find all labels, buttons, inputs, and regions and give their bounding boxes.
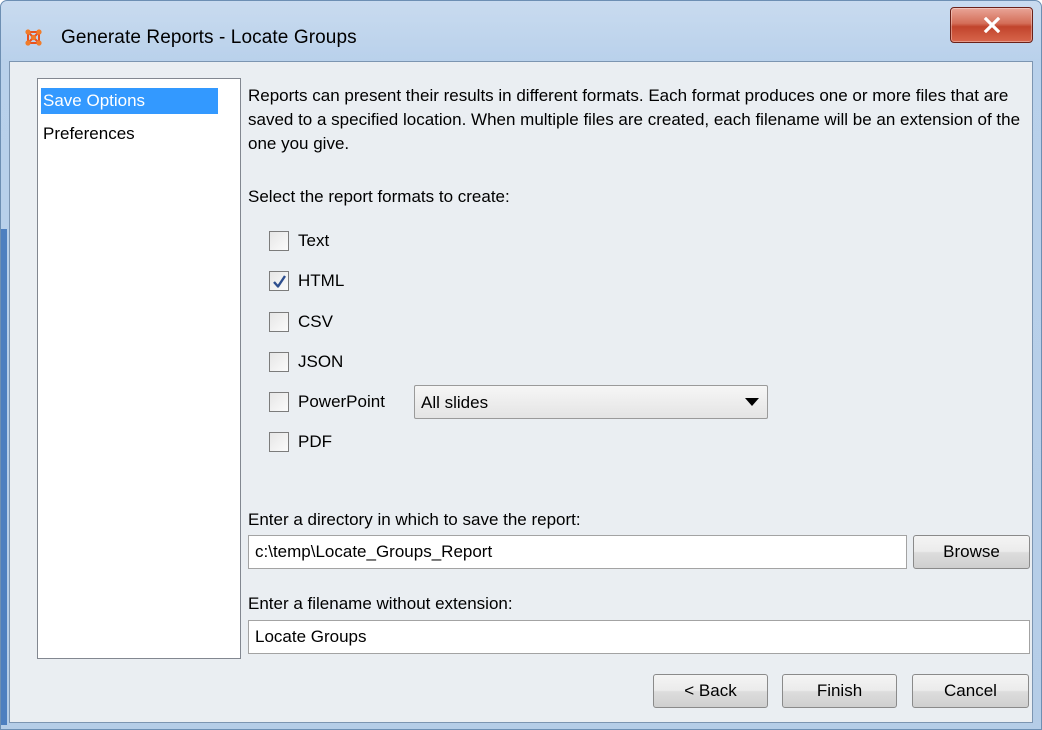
checkbox-box[interactable] [269, 271, 289, 291]
checkbox-label: Text [298, 231, 330, 250]
filename-input[interactable] [248, 620, 1030, 654]
network-graph-icon [25, 29, 42, 46]
nav-item-preferences[interactable]: Preferences [41, 121, 135, 147]
window-title: Generate Reports - Locate Groups [61, 27, 357, 48]
close-x-icon [983, 17, 1001, 33]
directory-prompt: Enter a directory in which to save the r… [248, 510, 581, 529]
checkbox-powerpoint[interactable]: PowerPoint [269, 390, 385, 414]
checkbox-box[interactable] [269, 352, 289, 372]
browse-button[interactable]: Browse [913, 535, 1030, 569]
checkbox-box[interactable] [269, 392, 289, 412]
checkbox-label: PowerPoint [298, 392, 385, 411]
filename-prompt: Enter a filename without extension: [248, 594, 513, 613]
title-bar[interactable]: Generate Reports - Locate Groups [1, 1, 1041, 61]
checkbox-pdf[interactable]: PDF [269, 430, 332, 454]
nav-item-save-options[interactable]: Save Options [41, 88, 218, 114]
powerpoint-slides-select[interactable]: All slides [414, 385, 768, 419]
back-button[interactable]: < Back [653, 674, 768, 708]
formats-prompt: Select the report formats to create: [248, 187, 510, 206]
cancel-button[interactable]: Cancel [912, 674, 1029, 708]
select-value: All slides [421, 393, 489, 412]
checkbox-html[interactable]: HTML [269, 269, 344, 293]
directory-input[interactable] [248, 535, 907, 569]
checkbox-label: HTML [298, 271, 345, 290]
close-button[interactable] [950, 7, 1033, 43]
checkmark-icon [273, 275, 286, 288]
formats-description: Reports can present their results in dif… [248, 86, 1021, 153]
checkbox-json[interactable]: JSON [269, 350, 343, 374]
checkbox-label: PDF [298, 432, 332, 451]
checkbox-label: CSV [298, 312, 333, 331]
frame-accent [1, 229, 7, 725]
checkbox-box[interactable] [269, 231, 289, 251]
triangle-down-icon [745, 398, 759, 406]
dialog-client-area: Save Options Preferences Reports can pre… [9, 61, 1033, 723]
dialog-window: Generate Reports - Locate Groups Save Op… [0, 0, 1042, 730]
finish-button[interactable]: Finish [782, 674, 897, 708]
checkbox-box[interactable] [269, 312, 289, 332]
checkbox-csv[interactable]: CSV [269, 310, 333, 334]
options-nav-list: Save Options Preferences [37, 78, 241, 659]
checkbox-text[interactable]: Text [269, 229, 329, 253]
checkbox-label: JSON [298, 352, 344, 371]
checkbox-box[interactable] [269, 432, 289, 452]
